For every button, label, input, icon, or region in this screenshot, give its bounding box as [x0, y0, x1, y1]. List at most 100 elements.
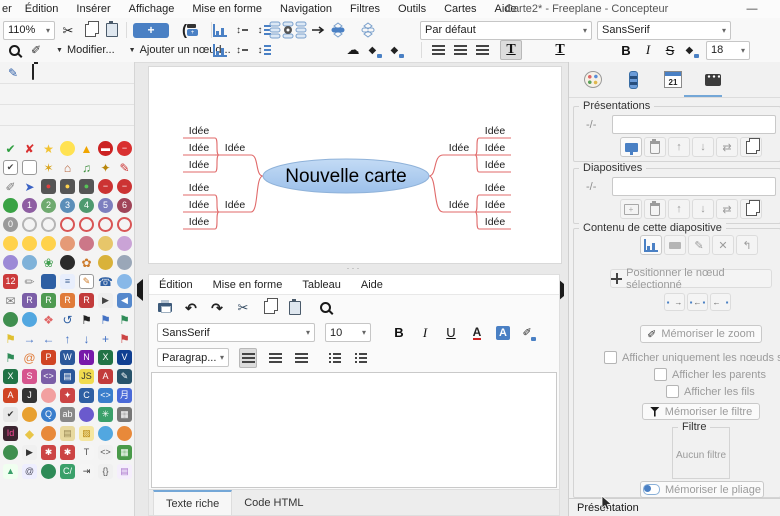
palette-icon[interactable]: 月 — [117, 388, 132, 403]
edit-style-button[interactable]: ✐ — [28, 41, 44, 59]
copy-presentation-button[interactable] — [740, 137, 762, 157]
memorize-fold-button[interactable]: Mémoriser le pliage — [640, 481, 764, 498]
palette-icon[interactable]: → — [22, 331, 37, 346]
move-presentation-up-button[interactable]: ↑ — [668, 137, 690, 157]
move-slide-up-button[interactable]: ↑ — [668, 199, 690, 219]
palette-icon[interactable]: <> — [41, 369, 56, 384]
slide-select[interactable] — [612, 177, 776, 196]
print-button[interactable] — [157, 299, 173, 317]
editor-menu-tableau[interactable]: Tableau — [302, 279, 341, 291]
palette-icon[interactable]: ⚑ — [79, 312, 94, 327]
add-child-node-button[interactable]: ( + — [175, 21, 205, 39]
palette-icon[interactable] — [79, 407, 94, 422]
memorize-filter-button[interactable]: Mémoriser le filtre — [642, 403, 760, 420]
map-canvas[interactable]: Nouvelle carte Idée Idée Idée Idée Idée … — [148, 66, 562, 264]
editor-paste-button[interactable] — [287, 299, 303, 317]
redo-button[interactable]: ↷ — [209, 299, 225, 317]
palette-icon[interactable]: ✉ — [3, 293, 18, 308]
palette-icon[interactable] — [98, 217, 113, 232]
modify-dropdown[interactable]: ▼ Modifier... — [56, 44, 115, 56]
palette-icon[interactable] — [3, 198, 18, 213]
palette-icon[interactable]: ❀ — [41, 255, 56, 270]
fit-map-button[interactable] — [212, 41, 228, 59]
bullet-list-button[interactable] — [327, 349, 343, 367]
palette-icon[interactable]: ✘ — [22, 141, 37, 156]
swap-slide-button[interactable]: ⇄ — [716, 199, 738, 219]
menu-item-edition[interactable]: Édition — [16, 0, 68, 18]
node-label[interactable]: Idée — [189, 125, 210, 137]
apply-to-map-button[interactable]: ↰ — [736, 235, 758, 255]
palette-icon[interactable]: @ — [22, 464, 37, 479]
align-center-button[interactable] — [452, 41, 468, 59]
strike-button[interactable]: S — [662, 41, 678, 59]
palette-icon[interactable]: ✿ — [79, 255, 94, 270]
palette-icon[interactable]: ✱ — [41, 445, 56, 460]
palette-icon[interactable]: ▤ — [60, 426, 75, 441]
palette-icon[interactable]: ● — [79, 179, 94, 194]
palette-icon[interactable]: ⚑ — [117, 312, 132, 327]
editor-find-button[interactable] — [317, 299, 333, 317]
palette-icon[interactable]: A — [3, 388, 18, 403]
palette-icon[interactable]: R — [41, 293, 56, 308]
menu-item-affichage[interactable]: Affichage — [120, 0, 184, 18]
sort-button[interactable] — [212, 21, 228, 39]
editor-menu-edition[interactable]: Édition — [159, 279, 193, 291]
palette-icon[interactable] — [117, 255, 132, 270]
menu-item-fichier-partial[interactable]: er — [0, 0, 16, 18]
palette-icon[interactable]: 6 — [117, 198, 132, 213]
palette-icon[interactable]: ◀ — [117, 293, 132, 308]
palette-icon[interactable]: ⌂ — [60, 160, 75, 175]
palette-icon[interactable]: ▶ — [98, 293, 113, 308]
editor-font-color-button[interactable]: A — [469, 324, 485, 342]
tab-texte-riche[interactable]: Texte riche — [153, 490, 232, 515]
palette-icon[interactable]: ⚑ — [3, 331, 18, 346]
palette-icon[interactable]: R — [22, 293, 37, 308]
palette-icon[interactable]: ✦ — [98, 160, 113, 175]
palette-icon[interactable]: ▶ — [22, 445, 37, 460]
minimize-button[interactable]: — — [735, 0, 769, 18]
presentation-select[interactable] — [612, 115, 776, 134]
palette-icon[interactable]: ✶ — [41, 160, 56, 175]
copy-slide-button[interactable] — [740, 199, 762, 219]
node-label[interactable]: Idée — [189, 199, 210, 211]
palette-icon[interactable] — [60, 217, 75, 232]
palette-icon[interactable]: 0 — [3, 217, 18, 232]
palette-icon[interactable] — [41, 274, 56, 289]
palette-icon[interactable] — [117, 236, 132, 251]
note-text-area[interactable] — [151, 372, 557, 488]
palette-icon[interactable] — [3, 312, 18, 327]
palette-icon[interactable] — [22, 312, 37, 327]
palette-icon[interactable]: ▲ — [79, 141, 94, 156]
bold-button[interactable]: B — [618, 41, 634, 59]
palette-icon[interactable]: ▬ — [98, 141, 113, 156]
palette-icon[interactable]: J — [22, 388, 37, 403]
palette-icon[interactable] — [22, 236, 37, 251]
new-presentation-button[interactable] — [620, 137, 642, 157]
palette-icon[interactable]: ✎ — [117, 160, 132, 175]
palette-icon[interactable] — [3, 445, 18, 460]
collapse-left-panel-handle[interactable] — [137, 284, 143, 296]
menu-item-outils[interactable]: Outils — [389, 0, 435, 18]
palette-icon[interactable]: X — [3, 369, 18, 384]
palette-icon[interactable]: 2 — [41, 198, 56, 213]
palette-icon[interactable]: ◆ — [22, 426, 37, 441]
palette-icon[interactable]: JS — [79, 369, 94, 384]
move-slide-down-button[interactable]: ↓ — [692, 199, 714, 219]
palette-icon[interactable] — [117, 426, 132, 441]
node-center-button[interactable]: ▪←▪ — [687, 293, 708, 311]
node-label[interactable]: Idée — [485, 216, 506, 228]
palette-icon[interactable]: 4 — [79, 198, 94, 213]
numbered-list-button[interactable] — [353, 349, 369, 367]
palette-icon[interactable] — [98, 236, 113, 251]
editor-clear-format-button[interactable]: ✐ — [521, 324, 537, 342]
palette-icon[interactable] — [22, 160, 37, 175]
menu-item-mise-en-forme[interactable]: Mise en forme — [183, 0, 271, 18]
node-label[interactable]: Idée — [485, 159, 506, 171]
font-size-select[interactable]: 18 ▾ — [706, 41, 750, 60]
node-label[interactable]: Idée — [225, 199, 246, 211]
menu-item-filtres[interactable]: Filtres — [341, 0, 389, 18]
tab-icons[interactable] — [623, 71, 643, 89]
node-label[interactable]: Idée — [485, 182, 506, 194]
editor-font-select[interactable]: SansSerif ▾ — [157, 323, 315, 342]
node-left-button[interactable]: ▪→ — [664, 293, 685, 311]
